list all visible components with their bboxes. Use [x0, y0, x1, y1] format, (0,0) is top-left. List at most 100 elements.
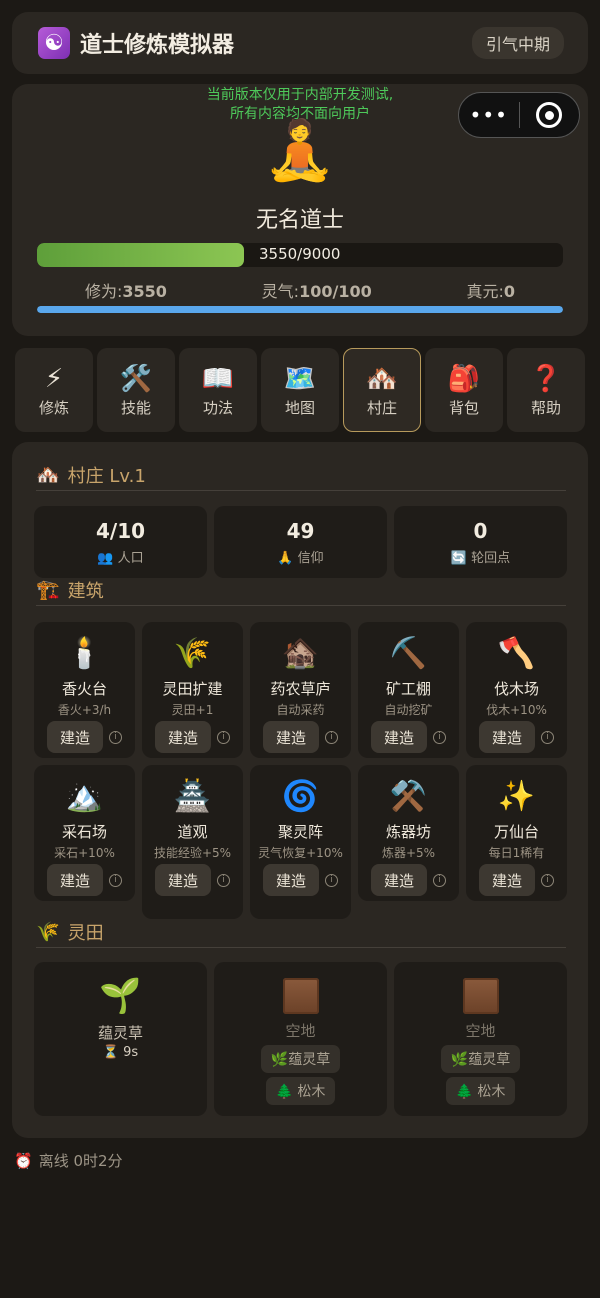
tab-techniques[interactable]: 📖 功法	[179, 348, 257, 432]
info-icon[interactable]: i	[541, 873, 554, 887]
sparkles-icon: ✨	[497, 779, 536, 814]
build-button[interactable]: 建造	[479, 864, 535, 896]
village-counters: 4/10 👥 人口 49 🙏 信仰 0 🔄 轮回点	[34, 506, 567, 578]
spirit-qi-bar	[37, 306, 563, 313]
cultivation-progress-text: 3550/9000	[259, 245, 341, 263]
temple-icon: 🏯	[173, 779, 212, 814]
info-icon[interactable]: i	[541, 730, 554, 744]
app-title: 道士修炼模拟器	[80, 33, 235, 58]
building-actions: 建造 i	[155, 864, 230, 896]
village-panel: 🏘️ 村庄 Lv.1 4/10 👥 人口 49 🙏 信仰 0 🔄 轮回点 🏗️ …	[12, 442, 588, 1138]
info-icon[interactable]: i	[217, 730, 230, 744]
building-actions: 建造 i	[371, 721, 446, 753]
tab-backpack[interactable]: 🎒 背包	[425, 348, 503, 432]
building-name: 灵田扩建	[162, 680, 223, 698]
field-plot-3: 空地 🌿蕴灵草 🌲 松木	[394, 962, 567, 1116]
info-icon[interactable]: i	[109, 873, 122, 887]
axe-icon: 🪓	[497, 636, 536, 671]
building-card-forge: ⚒️ 炼器坊 炼器+5% 建造 i	[358, 765, 459, 901]
pickaxe-icon: ⛏️	[389, 636, 428, 671]
tab-help[interactable]: ❓ 帮助	[507, 348, 585, 432]
info-icon[interactable]: i	[325, 873, 338, 887]
mountain-icon: 🏔️	[65, 779, 104, 814]
counter-label: 🔄 轮回点	[451, 547, 510, 566]
people-icon: 👥	[97, 550, 114, 566]
build-button[interactable]: 建造	[263, 721, 319, 753]
building-actions: 建造 i	[263, 864, 338, 896]
plant-herb-button[interactable]: 🌿蕴灵草	[260, 1045, 341, 1073]
tab-label: 背包	[448, 398, 479, 417]
counter-rebirth-points: 0 🔄 轮回点	[394, 506, 567, 578]
cultivation-progress-fill	[37, 243, 245, 267]
counter-faith: 49 🙏 信仰	[214, 506, 387, 578]
stats-row: 修为:3550 灵气:100/100 真元:0	[37, 278, 563, 302]
top-bar: ☯ 道士修炼模拟器 引气中期	[12, 12, 588, 74]
tab-cultivate[interactable]: ⚡ 修炼	[15, 348, 93, 432]
stat-cultivation: 修为:3550	[85, 278, 167, 302]
info-icon[interactable]: i	[433, 873, 446, 887]
building-card-quarry: 🏔️ 采石场 采石+10% 建造 i	[34, 765, 135, 901]
meditating-person-icon: 🧘	[263, 116, 337, 184]
hut-icon: 🏚️	[281, 636, 320, 671]
build-button[interactable]: 建造	[155, 721, 211, 753]
field-timer: ⏳ 9s	[102, 1045, 139, 1060]
build-button[interactable]: 建造	[371, 864, 427, 896]
field-plot-1[interactable]: 🌱 蕴灵草 ⏳ 9s	[34, 962, 207, 1116]
info-icon[interactable]: i	[109, 730, 122, 744]
seedling-icon: 🌱	[99, 976, 142, 1016]
tab-label: 帮助	[530, 398, 561, 417]
stat-label: 真元:	[466, 282, 504, 301]
counter-population: 4/10 👥 人口	[34, 506, 207, 578]
tab-village[interactable]: 🏘️ 村庄	[343, 348, 421, 432]
building-effect: 炼器+5%	[381, 846, 436, 860]
plant-pine-button[interactable]: 🌲 松木	[265, 1077, 336, 1105]
cyclone-icon: 🌀	[281, 779, 320, 814]
building-card-lumber-yard: 🪓 伐木场 伐木+10% 建造 i	[466, 622, 567, 758]
tab-map[interactable]: 🗺️ 地图	[261, 348, 339, 432]
info-icon[interactable]: i	[217, 873, 230, 887]
offline-text: 离线 0时2分	[38, 1152, 123, 1170]
build-button[interactable]: 建造	[479, 721, 535, 753]
rice-icon: 🌾	[36, 921, 60, 943]
plant-pine-button[interactable]: 🌲 松木	[445, 1077, 516, 1105]
plant-herb-button[interactable]: 🌿蕴灵草	[440, 1045, 521, 1073]
building-effect: 香火+3/h	[57, 703, 112, 717]
tab-skills[interactable]: 🛠️ 技能	[97, 348, 175, 432]
build-button[interactable]: 建造	[263, 864, 319, 896]
village-title: 村庄 Lv.1	[67, 465, 146, 487]
building-card-immortal-terrace: ✨ 万仙台 每日1稀有 建造 i	[466, 765, 567, 901]
character-name: 无名道士	[255, 208, 344, 233]
building-name: 聚灵阵	[277, 823, 323, 841]
question-mark-icon: ❓	[529, 363, 563, 394]
building-name: 道观	[177, 823, 208, 841]
backpack-icon: 🎒	[447, 363, 481, 394]
building-name: 伐木场	[493, 680, 539, 698]
building-effect: 灵田+1	[171, 703, 214, 717]
building-actions: 建造 i	[479, 864, 554, 896]
stat-value: 100/100	[299, 282, 372, 301]
building-card-field-expansion: 🌾 灵田扩建 灵田+1 建造 i	[142, 622, 243, 758]
building-actions: 建造 i	[47, 721, 122, 753]
fields-header: 🌾 灵田	[36, 916, 566, 948]
counter-label-text: 人口	[117, 550, 144, 566]
field-status: 空地	[285, 1022, 316, 1040]
info-icon[interactable]: i	[433, 730, 446, 744]
info-icon[interactable]: i	[325, 730, 338, 744]
buildings-grid: 🕯️ 香火台 香火+3/h 建造 i 🌾 灵田扩建 灵田+1 建造 i 🏚️ 药农草庐 自动采药 建造 i ⛏…	[34, 622, 567, 919]
build-button[interactable]: 建造	[371, 721, 427, 753]
dirt-plot-icon	[462, 978, 499, 1014]
building-actions: 建造 i	[47, 864, 122, 896]
building-effect: 技能经验+5%	[153, 846, 232, 860]
counter-value: 0	[473, 518, 488, 543]
build-button[interactable]: 建造	[47, 721, 103, 753]
field-crop-name: 蕴灵草	[97, 1024, 143, 1042]
counter-value: 4/10	[95, 518, 146, 543]
building-name: 采石场	[61, 823, 107, 841]
build-button[interactable]: 建造	[155, 864, 211, 896]
main-tabs: ⚡ 修炼 🛠️ 技能 📖 功法 🗺️ 地图 🏘️ 村庄 🎒 背包 ❓ 帮助	[15, 348, 586, 432]
building-name: 药农草庐	[270, 680, 331, 698]
spirit-fields: 🌱 蕴灵草 ⏳ 9s 空地 🌿蕴灵草 🌲 松木 空地 🌿蕴灵草 🌲 松木	[34, 962, 567, 1116]
building-card-taoist-temple: 🏯 道观技能经验+5% 建造 i	[142, 765, 243, 919]
build-button[interactable]: 建造	[47, 864, 103, 896]
building-actions: 建造 i	[263, 721, 338, 753]
